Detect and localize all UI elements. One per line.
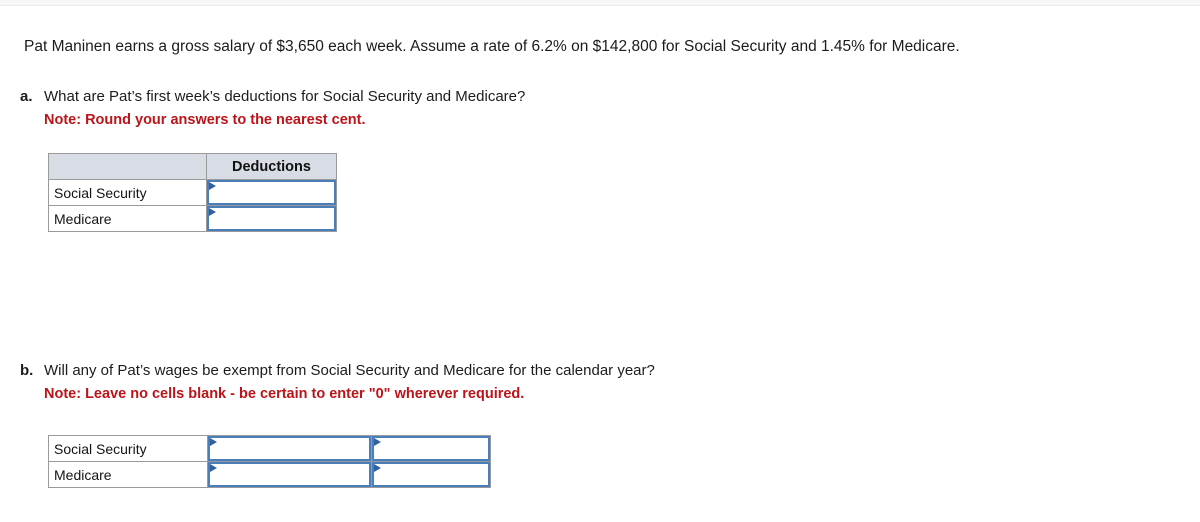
table-row: Medicare bbox=[48, 205, 337, 232]
part-b-letter: b. bbox=[20, 362, 34, 379]
table-b-row-1-input-cell-1[interactable] bbox=[207, 461, 372, 488]
deductions-answer-table: Deductions Social Security Medicare bbox=[48, 153, 337, 232]
table-a-header-deductions: Deductions bbox=[206, 153, 337, 180]
social-security-exempt-input-2[interactable] bbox=[372, 436, 490, 461]
problem-statement: Pat Maninen earns a gross salary of $3,6… bbox=[24, 38, 960, 55]
table-row: Social Security bbox=[48, 435, 491, 462]
table-b-row-0-input-cell-2[interactable] bbox=[371, 435, 491, 462]
table-row: Social Security bbox=[48, 179, 337, 206]
part-a-letter: a. bbox=[20, 88, 33, 105]
table-b-row-1-input-cell-2[interactable] bbox=[371, 461, 491, 488]
part-a-question: What are Pat’s first week’s deductions f… bbox=[44, 88, 526, 105]
medicare-exempt-input-2[interactable] bbox=[372, 462, 490, 487]
part-a-note: Note: Round your answers to the nearest … bbox=[44, 112, 366, 128]
medicare-deduction-input[interactable] bbox=[207, 206, 336, 231]
part-b: b. Will any of Pat’s wages be exempt fro… bbox=[20, 361, 655, 404]
table-b-row-1-label: Medicare bbox=[48, 461, 208, 488]
medicare-exempt-input-1[interactable] bbox=[208, 462, 371, 487]
table-a-header-row: Deductions bbox=[48, 153, 337, 180]
table-a-row-0-label: Social Security bbox=[48, 179, 207, 206]
table-a-row-0-input-cell[interactable] bbox=[206, 179, 337, 206]
part-a: a. What are Pat’s first week’s deduction… bbox=[20, 87, 525, 130]
table-row: Medicare bbox=[48, 461, 491, 488]
social-security-deduction-input[interactable] bbox=[207, 180, 336, 205]
part-b-note: Note: Leave no cells blank - be certain … bbox=[44, 386, 525, 402]
table-b-row-0-input-cell-1[interactable] bbox=[207, 435, 372, 462]
question-page: Pat Maninen earns a gross salary of $3,6… bbox=[0, 6, 1200, 522]
table-b-row-0-label: Social Security bbox=[48, 435, 208, 462]
part-b-question: Will any of Pat’s wages be exempt from S… bbox=[44, 362, 655, 379]
table-a-header-blank bbox=[48, 153, 207, 180]
social-security-exempt-input-1[interactable] bbox=[208, 436, 371, 461]
table-a-row-1-label: Medicare bbox=[48, 205, 207, 232]
exempt-wages-answer-table: Social Security Medicare bbox=[48, 435, 491, 488]
table-a-row-1-input-cell[interactable] bbox=[206, 205, 337, 232]
